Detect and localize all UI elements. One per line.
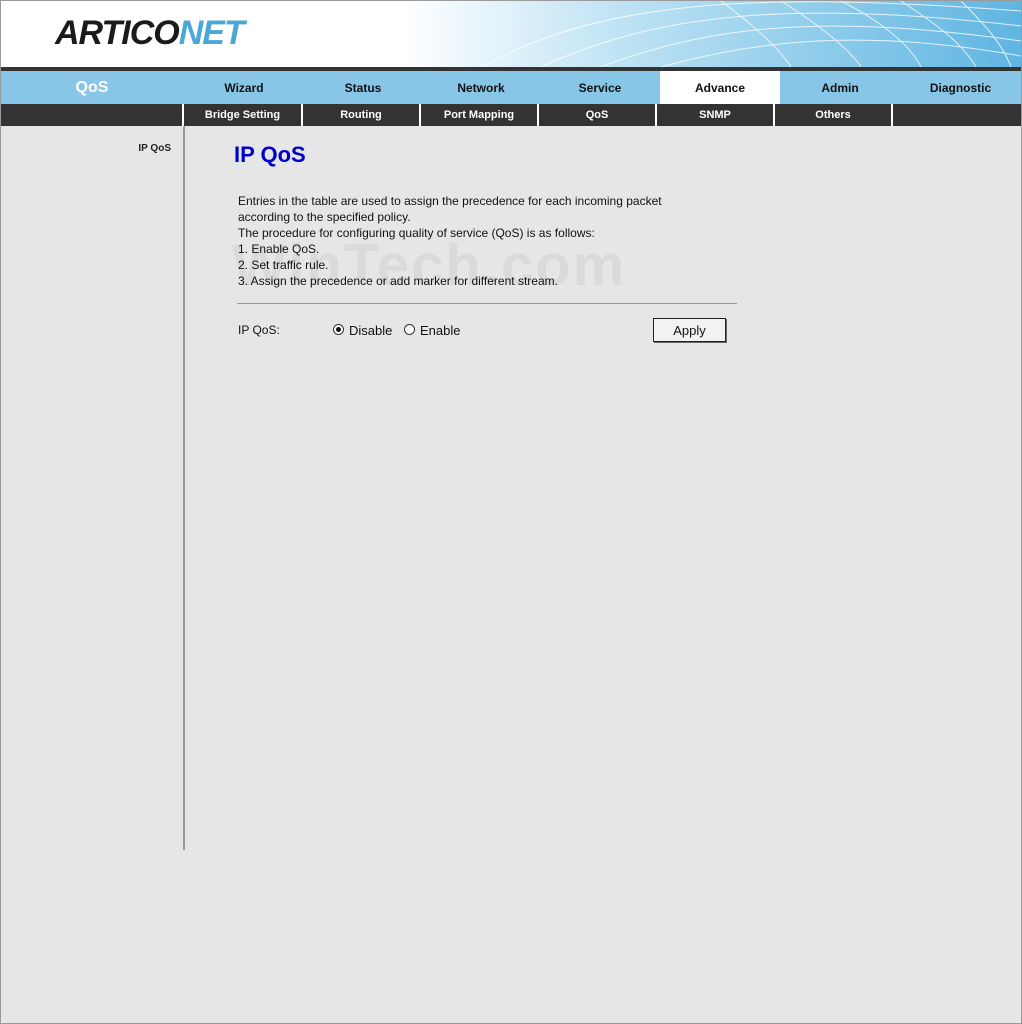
description-line: Entries in the table are used to assign … [238,194,662,208]
divider [237,303,737,304]
nav-status[interactable]: Status [304,71,422,104]
main-nav: QoS Wizard Status Network Service Advanc… [1,71,1021,104]
description-line: 3. Assign the precedence or add marker f… [238,274,558,288]
subnav-port-mapping[interactable]: Port Mapping [419,104,537,126]
ip-qos-label: IP QoS: [238,323,280,337]
disable-radio-label[interactable]: Disable [349,323,392,338]
apply-button[interactable]: Apply [653,318,726,342]
subnav-others[interactable]: Others [773,104,891,126]
disable-radio[interactable] [333,324,344,335]
page-title: IP QoS [234,142,306,167]
sidebar: IP QoS [1,126,185,850]
brand-logo-part2: NET [178,14,245,52]
nav-advance[interactable]: Advance [660,71,780,104]
brand-logo: ARTICONET [55,14,245,53]
subnav-bridge-setting[interactable]: Bridge Setting [182,104,301,126]
nav-admin[interactable]: Admin [780,71,900,104]
nav-wizard[interactable]: Wizard [184,71,304,104]
header-banner: ARTICONET [1,1,1021,67]
enable-radio-label[interactable]: Enable [420,323,460,338]
enable-radio[interactable] [404,324,415,335]
description-line: The procedure for configuring quality of… [238,226,595,240]
description: Entries in the table are used to assign … [238,193,662,289]
subnav-routing[interactable]: Routing [301,104,419,126]
brand-logo-part1: ARTICO [55,14,180,52]
subnav-qos[interactable]: QoS [537,104,655,126]
nav-service[interactable]: Service [540,71,660,104]
nav-diagnostic[interactable]: Diagnostic [900,71,1021,104]
section-title: QoS [75,79,109,96]
nav-network[interactable]: Network [422,71,540,104]
sidebar-item-ip-qos[interactable]: IP QoS [138,143,171,154]
sub-nav: Bridge Setting Routing Port Mapping QoS … [1,104,1021,126]
description-line: 2. Set traffic rule. [238,258,329,272]
description-line: 1. Enable QoS. [238,242,320,256]
subnav-snmp[interactable]: SNMP [655,104,773,126]
banner-graphic [401,1,1021,67]
description-line: according to the specified policy. [238,210,411,224]
subnav-empty-cell [891,104,1021,126]
